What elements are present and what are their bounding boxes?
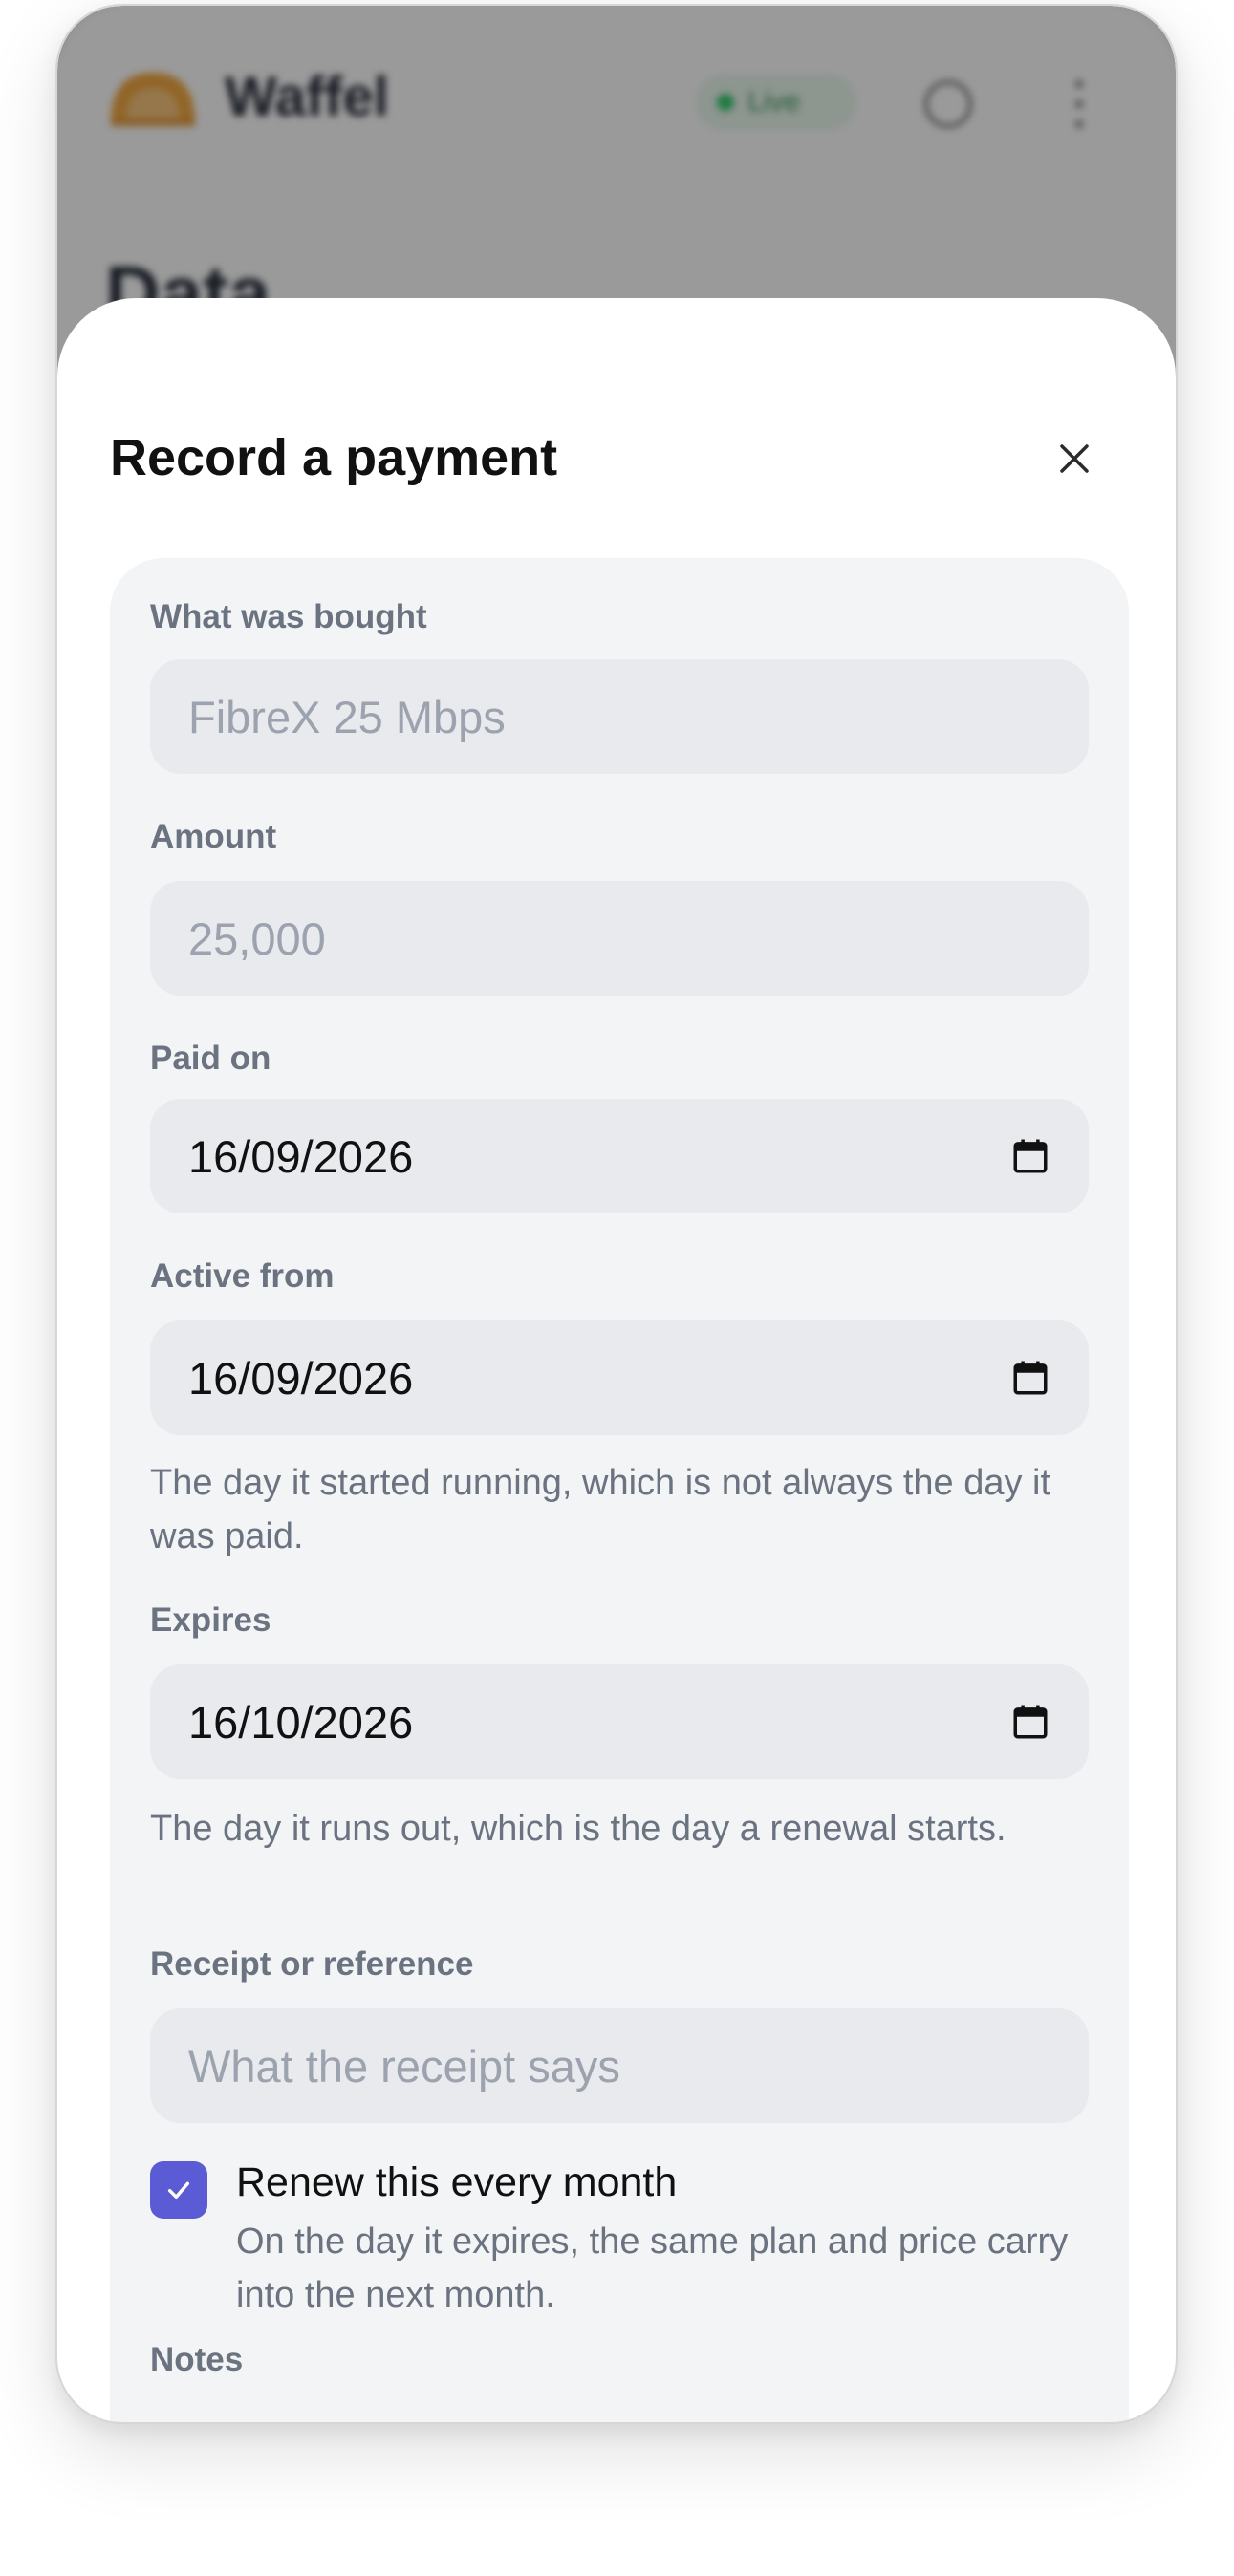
renew-monthly-label[interactable]: Renew this every month bbox=[236, 2159, 677, 2206]
calendar-icon[interactable] bbox=[1010, 1136, 1050, 1176]
calendar-icon[interactable] bbox=[1010, 1358, 1050, 1398]
record-payment-sheet: Record a payment What was bought FibreX … bbox=[57, 298, 1176, 2422]
renew-monthly-hint: On the day it expires, the same plan and… bbox=[236, 2222, 1069, 2315]
active-from-label: Active from bbox=[150, 1257, 335, 1295]
renew-monthly-checkbox[interactable] bbox=[150, 2161, 207, 2219]
paid-on-value: 16/09/2026 bbox=[188, 1130, 414, 1182]
close-button[interactable] bbox=[1046, 430, 1103, 487]
sheet-title: Record a payment bbox=[110, 429, 558, 486]
amount-input[interactable]: 25,000 bbox=[150, 881, 1089, 996]
paid-on-date-input[interactable]: 16/09/2026 bbox=[150, 1099, 1089, 1213]
what-bought-input[interactable]: FibreX 25 Mbps bbox=[150, 659, 1089, 774]
payment-form: What was bought FibreX 25 Mbps Amount 25… bbox=[110, 558, 1129, 2422]
expires-value: 16/10/2026 bbox=[188, 1696, 414, 1748]
active-from-date-input[interactable]: 16/09/2026 bbox=[150, 1320, 1089, 1435]
active-from-hint: The day it started running, which is not… bbox=[150, 1463, 1051, 1556]
expires-date-input[interactable]: 16/10/2026 bbox=[150, 1664, 1089, 1779]
amount-label: Amount bbox=[150, 818, 277, 855]
expires-hint: The day it runs out, which is the day a … bbox=[150, 1809, 1007, 1849]
expires-label: Expires bbox=[150, 1601, 271, 1639]
close-icon bbox=[1060, 444, 1089, 473]
notes-label: Notes bbox=[150, 2341, 244, 2378]
paid-on-label: Paid on bbox=[150, 1040, 271, 1077]
receipt-input[interactable]: What the receipt says bbox=[150, 2008, 1089, 2123]
active-from-value: 16/09/2026 bbox=[188, 1352, 414, 1404]
phone-frame: Waffel Live Data Record a payment What w… bbox=[55, 4, 1178, 2424]
receipt-label: Receipt or reference bbox=[150, 1945, 474, 1983]
what-bought-label: What was bought bbox=[150, 598, 427, 635]
checkmark-icon bbox=[167, 2181, 190, 2200]
calendar-icon[interactable] bbox=[1010, 1702, 1050, 1742]
